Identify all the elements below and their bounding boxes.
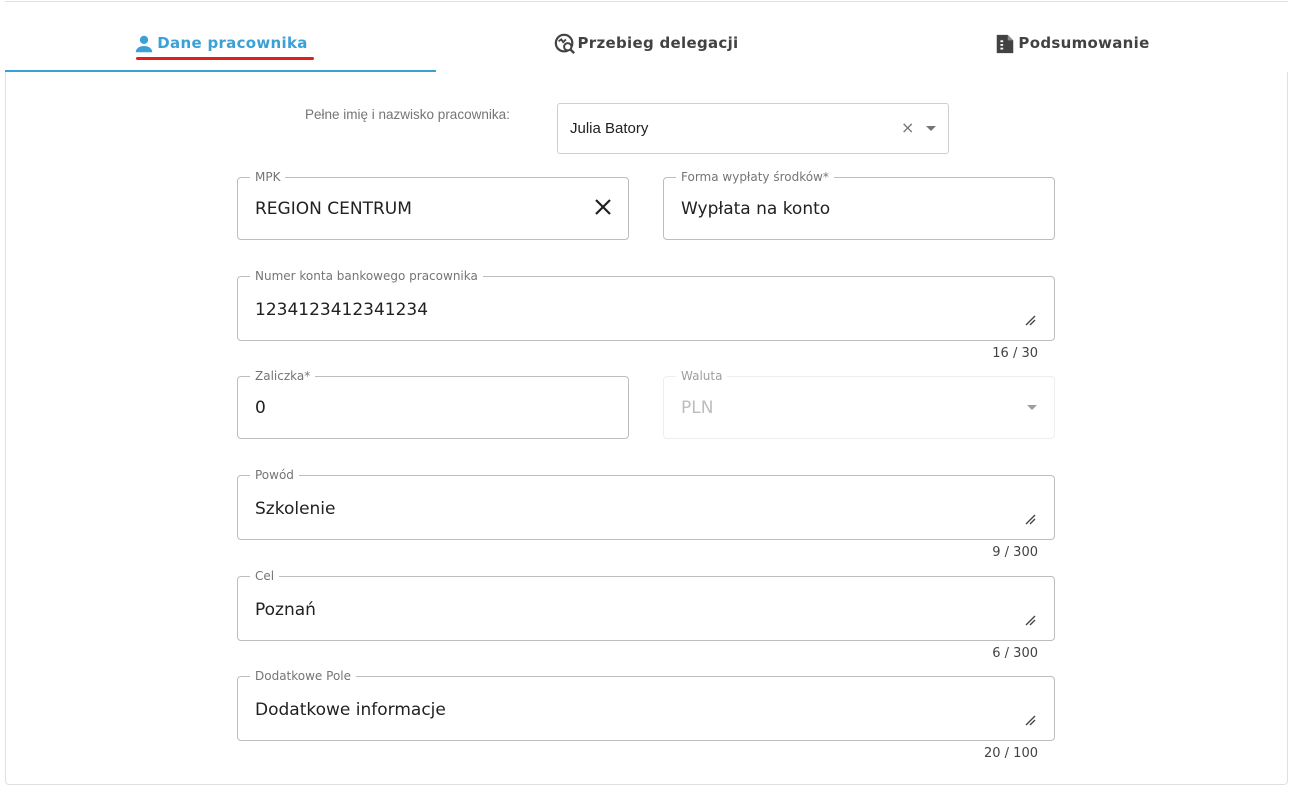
goal-value: Poznań — [255, 600, 316, 620]
extra-label: Dodatkowe Pole — [250, 667, 356, 685]
payout-method-value: Wypłata na konto — [681, 199, 831, 219]
tab-bar: Dane pracownika Przebieg delegacji Podsu… — [5, 20, 1288, 72]
payout-method-field[interactable]: Forma wypłaty środków* Wypłata na konto — [663, 168, 1055, 240]
reason-field[interactable]: Powód Szkolenie — [237, 466, 1055, 540]
tab-przebieg-delegacji[interactable]: Przebieg delegacji — [436, 20, 856, 72]
mpk-field[interactable]: MPK REGION CENTRUM — [237, 168, 629, 240]
employee-label: Pełne imię i nazwisko pracownika: — [305, 107, 510, 122]
currency-select: Waluta PLN — [663, 367, 1055, 439]
reason-label: Powód — [250, 466, 299, 484]
goal-label: Cel — [250, 567, 280, 585]
advance-value: 0 — [255, 398, 266, 418]
tab-label: Dane pracownika — [157, 34, 308, 52]
top-divider — [5, 1, 1288, 2]
advance-label: Zaliczka* — [250, 367, 316, 385]
tab-label: Przebieg delegacji — [577, 34, 739, 52]
mpk-label: MPK — [250, 168, 286, 186]
reason-counter: 9 / 300 — [992, 545, 1038, 560]
tab-dane-pracownika[interactable]: Dane pracownika — [5, 20, 436, 72]
resize-handle-icon[interactable] — [1025, 510, 1036, 525]
extra-counter: 20 / 100 — [984, 746, 1038, 761]
tab-podsumowanie[interactable]: Podsumowanie — [856, 20, 1288, 72]
goal-field[interactable]: Cel Poznań — [237, 567, 1055, 641]
bank-account-label: Numer konta bankowego pracownika — [250, 267, 483, 285]
currency-label: Waluta — [676, 367, 728, 385]
resize-handle-icon[interactable] — [1025, 611, 1036, 626]
resize-handle-icon[interactable] — [1025, 711, 1036, 726]
mpk-value: REGION CENTRUM — [255, 199, 412, 219]
caret-down-icon[interactable] — [926, 126, 936, 131]
extra-value: Dodatkowe informacje — [255, 700, 446, 720]
person-icon — [133, 33, 155, 55]
goal-counter: 6 / 300 — [992, 646, 1038, 661]
reason-value: Szkolenie — [255, 499, 336, 519]
bank-account-counter: 16 / 30 — [992, 346, 1038, 361]
bank-account-field[interactable]: Numer konta bankowego pracownika 1234123… — [237, 267, 1055, 341]
caret-down-icon — [1027, 405, 1037, 410]
currency-value: PLN — [681, 398, 714, 418]
payout-method-label: Forma wypłaty środków* — [676, 168, 834, 186]
tab-label: Podsumowanie — [1018, 34, 1150, 52]
route-search-icon — [554, 33, 576, 55]
advance-field[interactable]: Zaliczka* 0 — [237, 367, 629, 439]
resize-handle-icon[interactable] — [1025, 311, 1036, 326]
employee-value: Julia Batory — [570, 120, 649, 137]
highlight-underline — [136, 57, 314, 60]
close-icon[interactable] — [592, 196, 614, 218]
employee-select[interactable]: Julia Batory × — [557, 103, 949, 154]
bank-account-value: 1234123412341234 — [255, 300, 429, 320]
extra-field[interactable]: Dodatkowe Pole Dodatkowe informacje — [237, 667, 1055, 741]
clear-icon[interactable]: × — [901, 118, 914, 137]
summary-document-icon — [994, 33, 1016, 55]
